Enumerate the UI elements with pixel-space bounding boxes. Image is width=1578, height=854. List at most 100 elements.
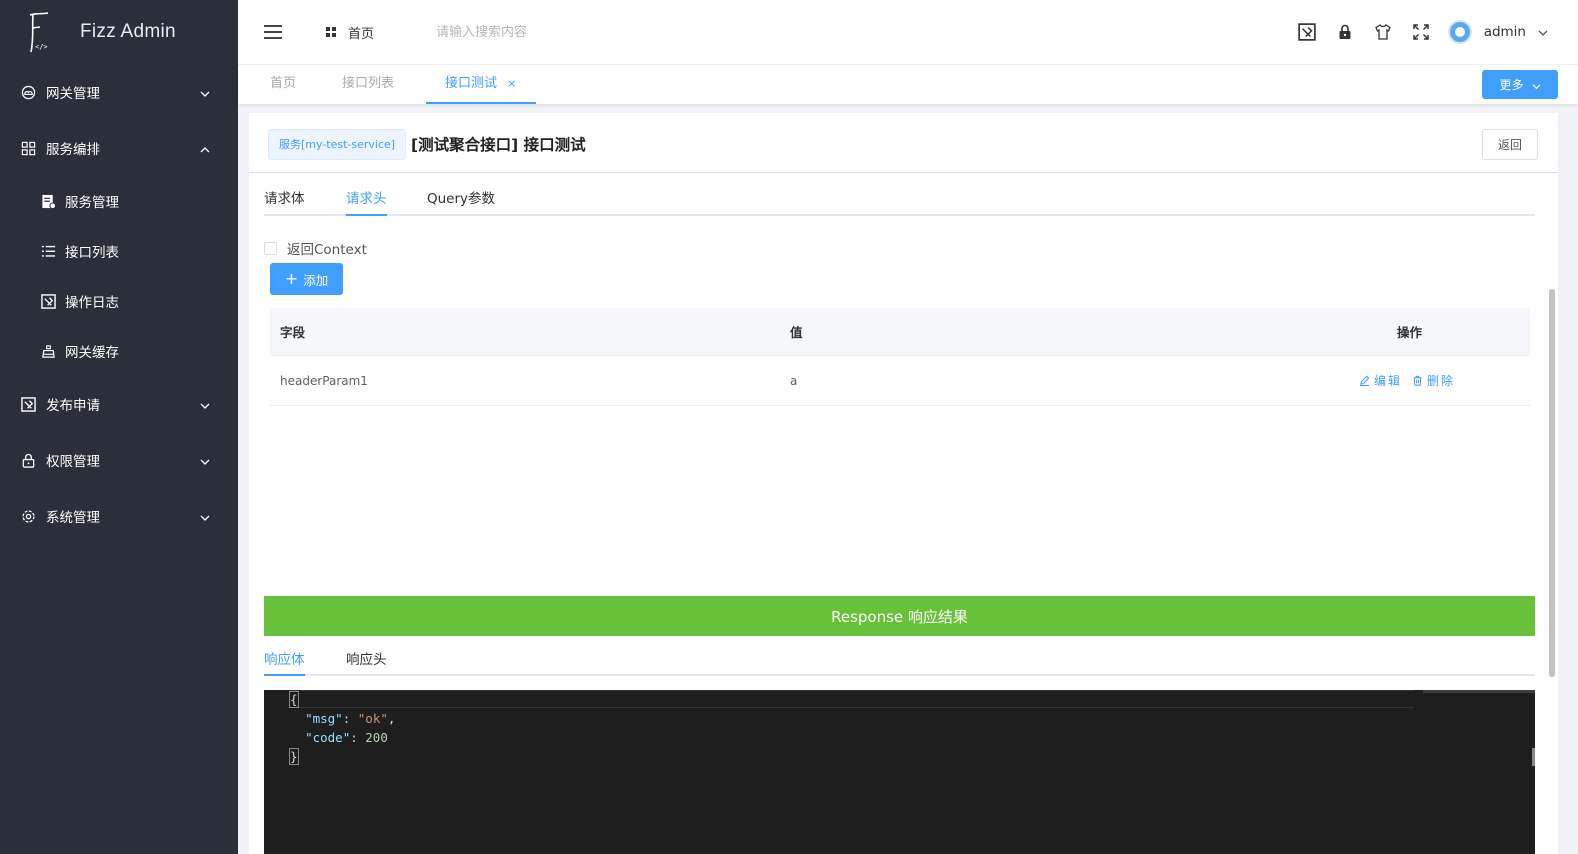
response-body-editor[interactable]: { "msg": "ok", "code": 200 }: [264, 690, 1535, 854]
sidebar-item-label: 发布申请: [46, 398, 100, 414]
code-line: {: [289, 691, 299, 708]
row-actions: 编辑 删除: [1359, 356, 1455, 405]
shirt-icon[interactable]: [1372, 21, 1394, 43]
add-button[interactable]: + 添加: [270, 263, 343, 295]
editor-scrollbar[interactable]: [1532, 748, 1535, 766]
response-title-bar: Response 响应结果: [264, 596, 1535, 636]
card-header: 服务[my-test-service] [测试聚合接口] 接口测试 返回: [249, 113, 1558, 173]
app-title: Fizz Admin: [80, 21, 176, 42]
checkbox-label: 返回Context: [287, 242, 367, 258]
home-grid-icon: [326, 27, 336, 37]
code-line: "code": 200: [305, 730, 388, 745]
page-scrollbar[interactable]: [1549, 289, 1555, 677]
chevron-up-icon: [200, 143, 210, 153]
sidebar-item-label: 权限管理: [46, 454, 100, 470]
tab-request-body[interactable]: 请求体: [264, 187, 305, 216]
chevron-down-icon: [200, 455, 210, 465]
cloud-icon: [20, 84, 36, 100]
logo[interactable]: </> Fizz Admin: [0, 0, 238, 64]
sidebar-item-system[interactable]: 系统管理: [0, 488, 238, 544]
publish-icon[interactable]: [1296, 21, 1318, 43]
sidebar-item-label: 系统管理: [46, 510, 100, 526]
publish-icon: [20, 396, 36, 412]
lock-icon: [20, 452, 36, 468]
sidebar: </> Fizz Admin 网关管理 服务编排 服务管理 接口列表 操作日志 …: [0, 0, 238, 854]
add-label: 添加: [303, 272, 329, 288]
avatar[interactable]: [1447, 20, 1472, 44]
sidebar-item-permission[interactable]: 权限管理: [0, 432, 238, 488]
tab-request-headers[interactable]: 请求头: [346, 187, 387, 216]
cell-value: a: [790, 373, 798, 388]
tab-bar: 首页 接口列表 接口测试 × 更多: [238, 64, 1578, 104]
chevron-down-icon: [200, 399, 210, 409]
delete-button[interactable]: 删除: [1412, 372, 1455, 389]
chevron-down-icon[interactable]: [1538, 27, 1548, 37]
tab-home[interactable]: 首页: [270, 65, 296, 104]
search-input[interactable]: [436, 24, 657, 40]
top-header: 首页 admin: [238, 0, 1578, 64]
sidebar-item-label: 服务管理: [65, 195, 119, 211]
sidebar-item-operation-log[interactable]: 操作日志: [0, 276, 238, 326]
table-row: headerParam1 a 编辑 删除: [270, 356, 1530, 406]
breadcrumb[interactable]: 首页: [326, 23, 374, 42]
sidebar-item-label: 操作日志: [65, 295, 119, 311]
code-line: }: [289, 748, 299, 765]
header-actions: admin: [1280, 0, 1548, 64]
breadcrumb-home: 首页: [348, 26, 375, 42]
edit-icon: [1359, 375, 1370, 386]
chevron-down-icon: [200, 87, 210, 97]
list-icon: [40, 243, 56, 259]
page-title: [测试聚合接口] 接口测试: [411, 136, 586, 154]
menu-toggle-icon[interactable]: [264, 25, 282, 39]
lock-icon[interactable]: [1334, 21, 1356, 43]
service-tag: 服务[my-test-service]: [268, 129, 407, 160]
tab-api-list[interactable]: 接口列表: [342, 65, 394, 104]
header-params-table: 字段 值 操作 headerParam1 a 编辑 删除: [270, 308, 1530, 406]
tab-label: 接口测试: [445, 76, 498, 91]
sidebar-item-api-list[interactable]: 接口列表: [0, 226, 238, 276]
sidebar-item-gateway[interactable]: 网关管理: [0, 64, 238, 120]
sidebar-item-publish[interactable]: 发布申请: [0, 376, 238, 432]
grid-icon: [20, 140, 36, 156]
response-tabs: 响应体 响应头: [264, 640, 1535, 676]
more-button[interactable]: 更多: [1482, 70, 1558, 99]
close-icon[interactable]: ×: [507, 77, 516, 90]
tab-response-body[interactable]: 响应体: [264, 648, 305, 676]
user-name[interactable]: admin: [1484, 24, 1526, 40]
trash-icon: [1413, 375, 1422, 386]
sidebar-item-label: 接口列表: [65, 245, 119, 261]
return-context-checkbox[interactable]: 返回Context: [264, 238, 367, 258]
tab-api-test[interactable]: 接口测试 ×: [426, 65, 537, 104]
cache-icon: [40, 343, 56, 359]
column-field: 字段: [280, 325, 306, 340]
sidebar-item-service-manage[interactable]: 服务管理: [0, 176, 238, 226]
back-button[interactable]: 返回: [1482, 129, 1538, 160]
table-header: 字段 值 操作: [270, 308, 1530, 356]
tab-query-params[interactable]: Query参数: [427, 187, 495, 216]
svg-text:</>: </>: [35, 43, 48, 51]
settings-icon: [20, 508, 36, 524]
log-icon: [40, 293, 56, 309]
sidebar-item-label: 服务编排: [46, 142, 100, 158]
main-card: 服务[my-test-service] [测试聚合接口] 接口测试 返回 请求体…: [249, 113, 1558, 854]
chevron-down-icon: [1531, 80, 1541, 90]
code-line: "msg": "ok",: [305, 711, 396, 726]
editor-minimap[interactable]: [1423, 690, 1535, 693]
current-line-highlight: [288, 690, 1414, 708]
cell-field: headerParam1: [280, 373, 368, 388]
fizz-logo-icon: </>: [26, 12, 52, 53]
request-tabs: 请求体 请求头 Query参数: [264, 179, 1535, 216]
service-doc-icon: [40, 193, 56, 209]
edit-button[interactable]: 编辑: [1359, 372, 1402, 389]
chevron-down-icon: [200, 511, 210, 521]
sidebar-item-gateway-cache[interactable]: 网关缓存: [0, 326, 238, 376]
column-value: 值: [790, 325, 803, 340]
tab-response-headers[interactable]: 响应头: [346, 648, 387, 676]
plus-icon: +: [284, 269, 299, 288]
sidebar-item-label: 网关缓存: [65, 345, 119, 361]
sidebar-item-orchestration[interactable]: 服务编排: [0, 120, 238, 176]
checkbox[interactable]: [264, 241, 277, 255]
more-label: 更多: [1499, 78, 1524, 92]
column-actions: 操作: [1397, 325, 1423, 340]
fullscreen-icon[interactable]: [1410, 21, 1432, 43]
